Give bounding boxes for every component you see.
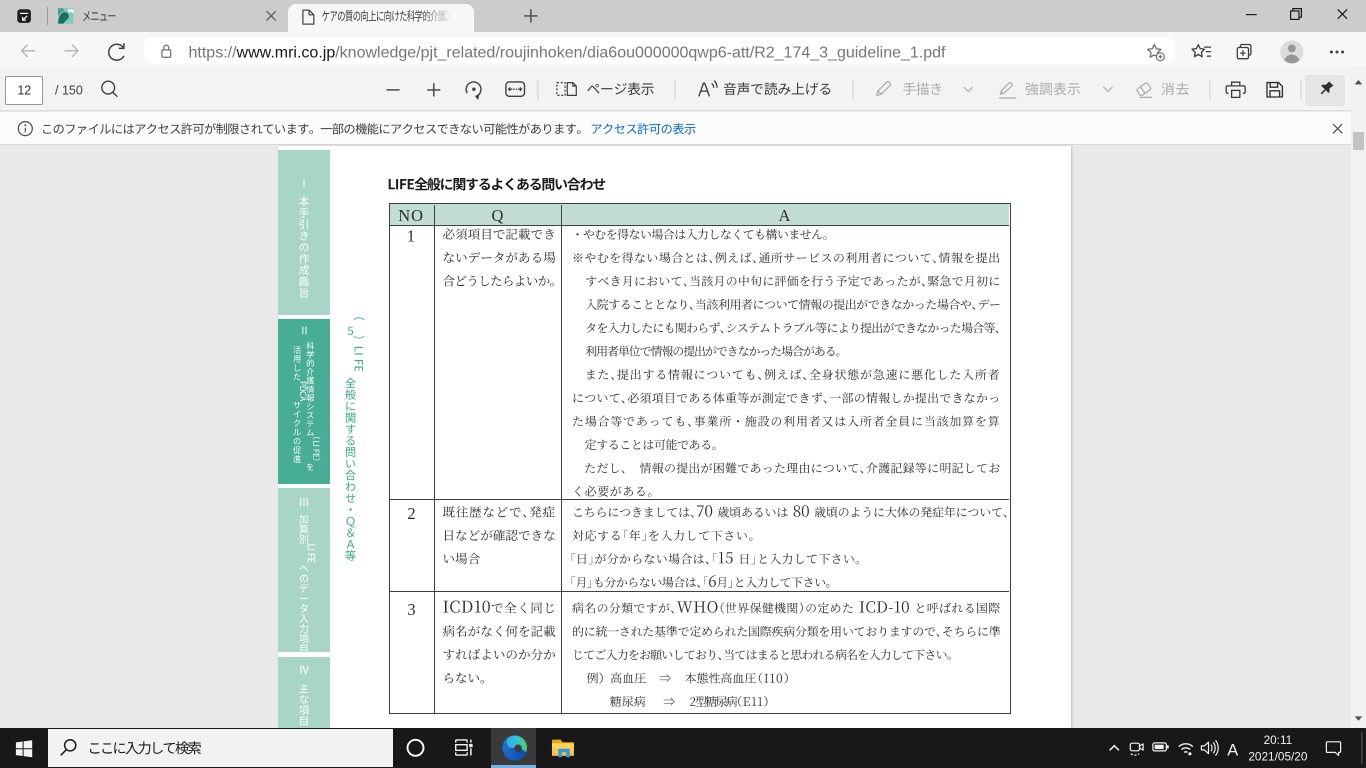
svg-text:2021/05/20: 2021/05/20 [1248,750,1307,764]
svg-text:20:11: 20:11 [1264,733,1293,747]
svg-text:A: A [779,206,791,225]
svg-text:/ 150: / 150 [55,84,83,98]
svg-text:A: A [1227,741,1238,759]
svg-text:1: 1 [407,226,415,245]
svg-text:12: 12 [17,84,31,98]
svg-text:NO: NO [398,206,424,225]
svg-text:3: 3 [407,600,415,619]
svg-text:2: 2 [407,504,415,523]
svg-text:https://www.mri.co.jp/knowledg: https://www.mri.co.jp/knowledge/pjt_rela… [189,45,947,62]
svg-text:Q: Q [492,206,504,225]
